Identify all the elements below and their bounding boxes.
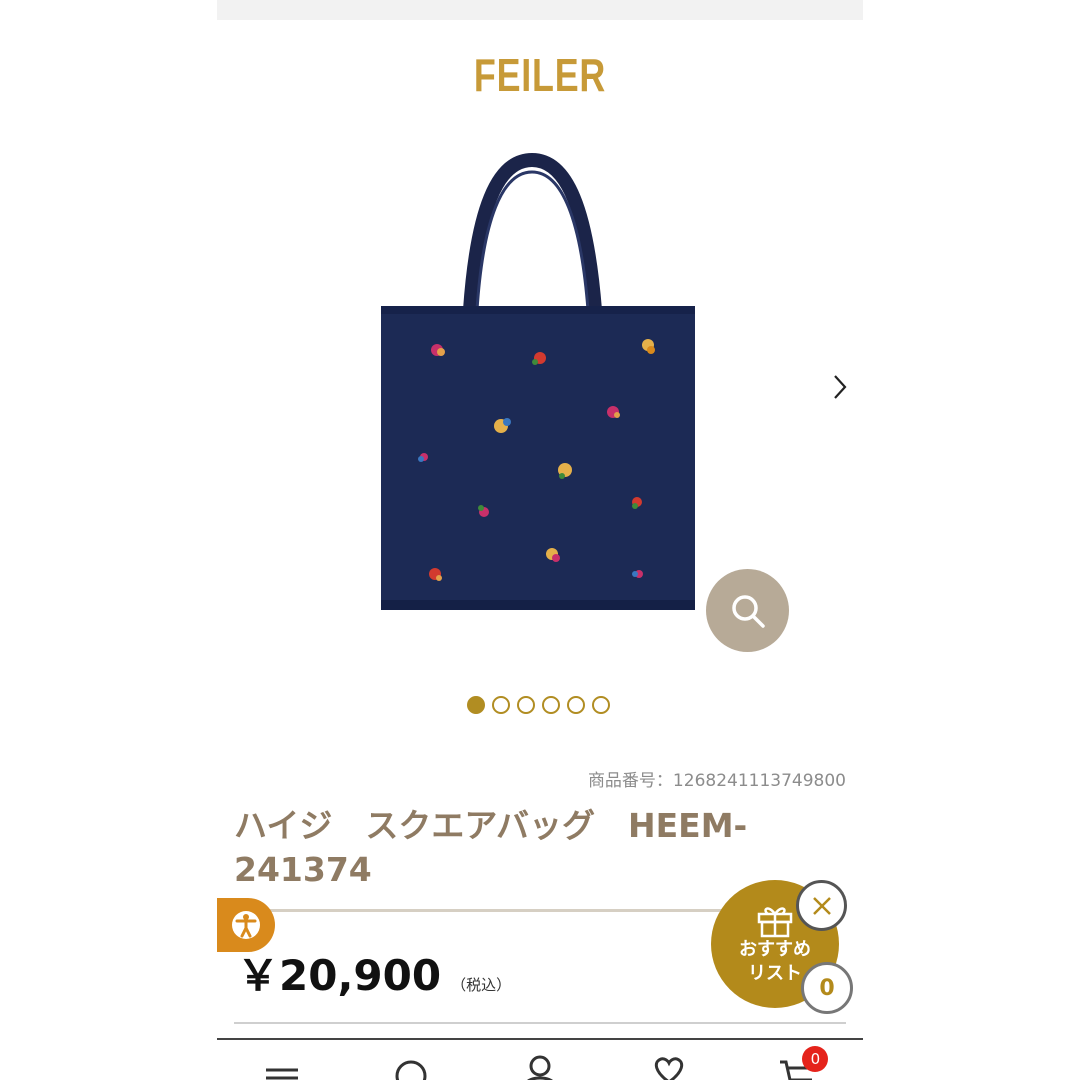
pagination-dot[interactable] [517, 696, 535, 714]
top-bar [217, 0, 863, 20]
recommend-label-line1: おすすめ [739, 939, 811, 960]
product-image[interactable] [367, 150, 707, 630]
pagination-dot[interactable] [567, 696, 585, 714]
menu-icon [265, 1068, 298, 1080]
brand-logo[interactable]: FEILER [288, 48, 792, 102]
nav-favorite[interactable] [649, 1054, 689, 1080]
chevron-right-icon [834, 375, 847, 399]
gift-icon [757, 907, 793, 938]
pagination-dot[interactable] [492, 696, 510, 714]
nav-cart[interactable]: 0 [778, 1046, 829, 1080]
nav-menu[interactable] [262, 1054, 302, 1080]
next-image-button[interactable] [825, 372, 855, 402]
image-pagination [467, 696, 610, 716]
account-icon [527, 1055, 553, 1080]
nav-search[interactable] [391, 1054, 431, 1080]
divider [234, 1022, 846, 1024]
pagination-dot[interactable] [592, 696, 610, 714]
accessibility-icon [232, 911, 260, 939]
product-title: ハイジ スクエアバッグ HEEM-241374 [234, 806, 748, 889]
recommend-count: 0 [801, 962, 853, 1014]
search-icon [731, 594, 765, 628]
product-sku: 商品番号：1268241113749800 [587, 771, 846, 791]
close-recommend-button[interactable] [796, 880, 847, 931]
close-icon [812, 896, 831, 915]
cart-count-badge: 0 [802, 1046, 829, 1072]
zoom-button[interactable] [706, 569, 789, 652]
pagination-dot[interactable] [467, 696, 485, 714]
product-price: ￥20,900 [237, 951, 442, 1000]
pagination-dot[interactable] [542, 696, 560, 714]
bottom-navigation: 0 [217, 1038, 863, 1080]
product-page: FEILER 商品番号：1268241113749800 ハイジ スクエアバッグ… [217, 0, 863, 1080]
recommend-label-line2: リスト [748, 963, 802, 984]
nav-account[interactable] [520, 1054, 560, 1080]
search-icon [395, 1060, 427, 1080]
tax-note: （税込） [451, 976, 512, 994]
favorite-icon [654, 1057, 684, 1080]
price-row: ￥20,900 （税込） [237, 942, 511, 1003]
